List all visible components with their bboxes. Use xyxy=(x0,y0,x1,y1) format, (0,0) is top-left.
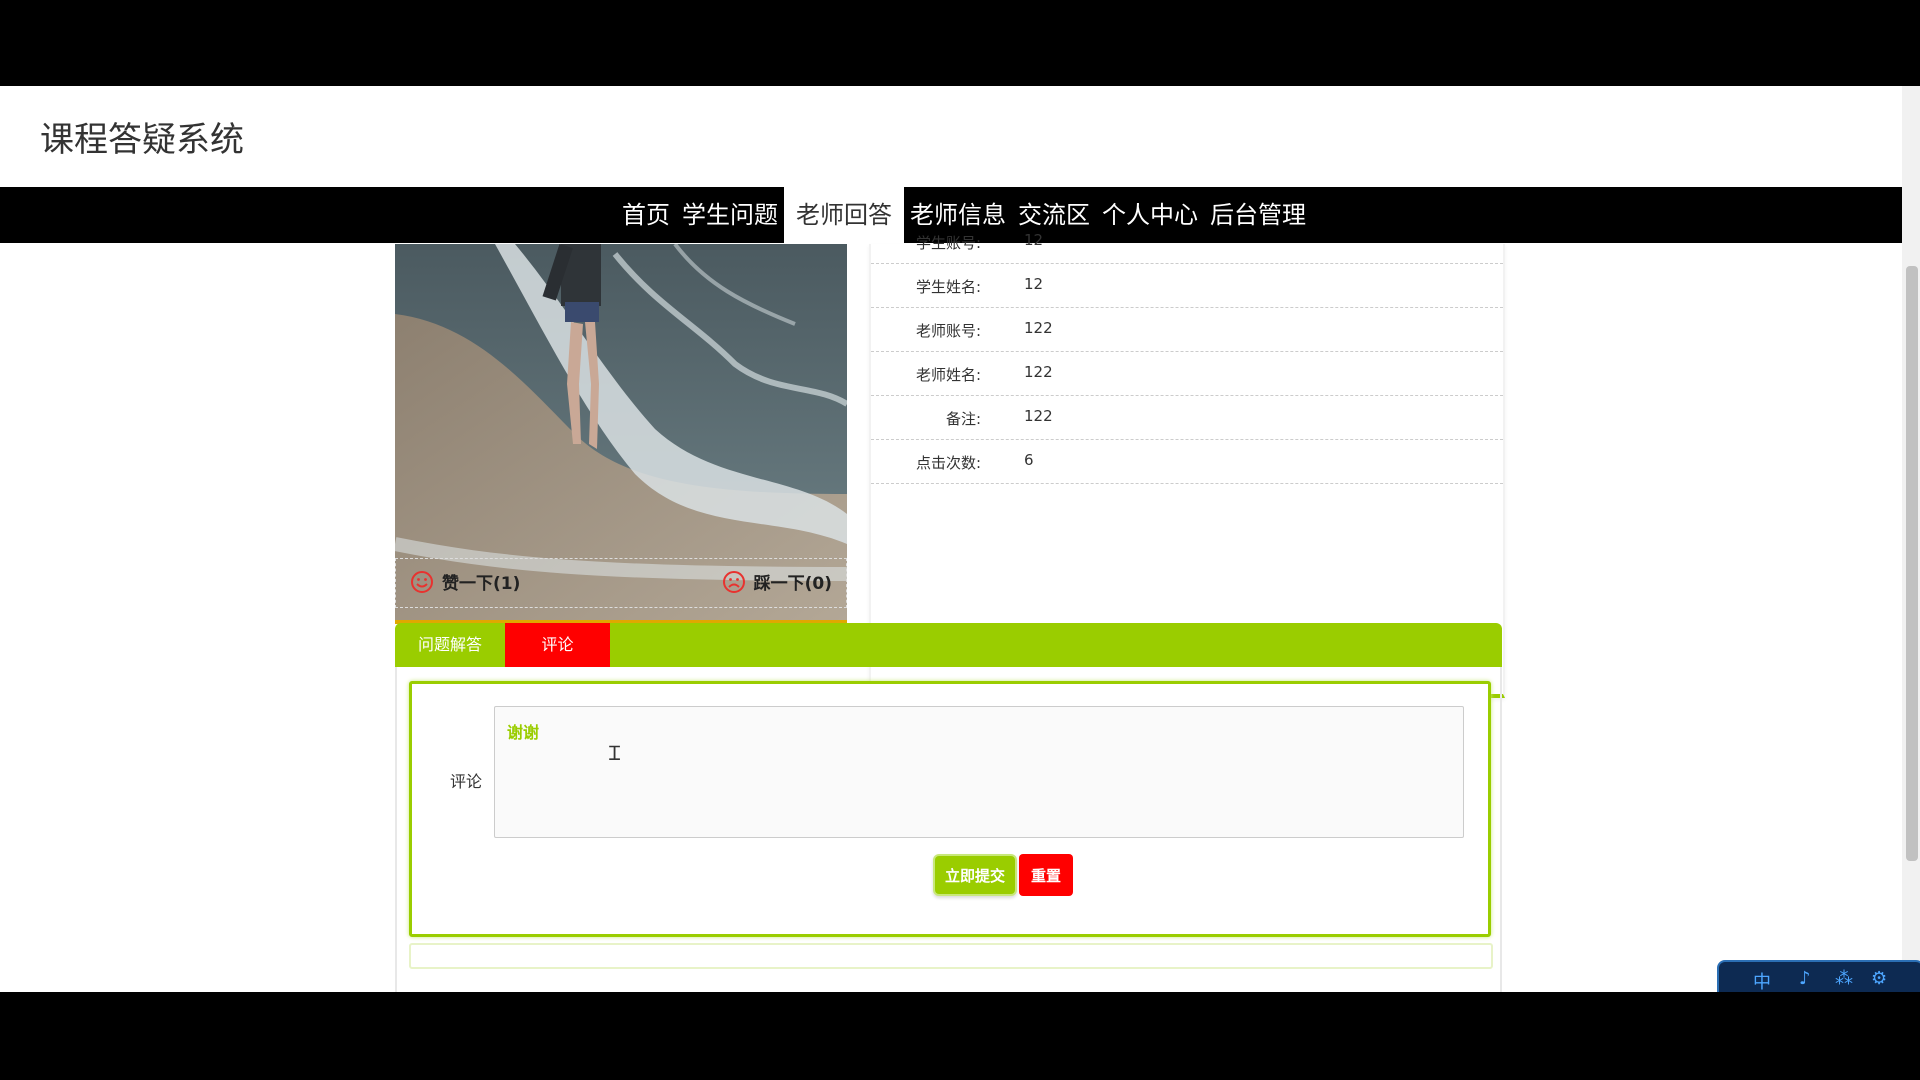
detail-row-student-account: 学生账号: 12 xyxy=(871,220,1503,264)
detail-row-click-count: 点击次数: 6 xyxy=(871,440,1503,484)
detail-label: 老师账号: xyxy=(915,322,981,340)
like-label: 赞一下(1) xyxy=(442,574,521,594)
smile-icon xyxy=(411,570,433,593)
detail-row-teacher-name: 老师姓名: 122 xyxy=(871,352,1503,396)
comment-textarea[interactable] xyxy=(494,706,1464,838)
detail-row-remark: 备注: 122 xyxy=(871,396,1503,440)
detail-label: 老师姓名: xyxy=(915,366,981,384)
detail-label: 备注: xyxy=(945,410,981,428)
detail-row-student-name: 学生姓名: 12 xyxy=(871,264,1503,308)
ime-mode-label[interactable]: 中 xyxy=(1753,968,1771,992)
dislike-button[interactable]: 踩一下(0) xyxy=(722,569,832,594)
like-button[interactable]: 赞一下(1) xyxy=(410,569,520,594)
scrollbar-thumb[interactable] xyxy=(1906,266,1918,861)
comment-label: 评论 xyxy=(450,772,483,791)
tab-comment[interactable]: 评论 xyxy=(505,623,610,667)
browser-viewport: 课程答疑系统 首页 学生问题 老师回答 老师信息 交流区 个人中心 后台管理 赞… xyxy=(0,86,1920,992)
vote-bar: 赞一下(1) 踩一下(0) xyxy=(395,558,847,608)
dislike-label: 踩一下(0) xyxy=(753,574,832,594)
detail-value: 122 xyxy=(1024,407,1053,425)
detail-label: 点击次数: xyxy=(915,454,981,472)
submit-button[interactable]: 立即提交 xyxy=(933,854,1017,896)
tabs-bar: 问题解答 评论 xyxy=(395,623,1502,667)
detail-value: 12 xyxy=(1024,231,1044,249)
text-cursor-icon: Ɪ xyxy=(609,741,621,765)
ime-toolbar[interactable]: 中 ♪ ⁂ ⚙ xyxy=(1717,960,1920,992)
detail-label: 学生姓名: xyxy=(915,278,981,296)
site-title: 课程答疑系统 xyxy=(40,120,244,160)
detail-value: 122 xyxy=(1024,363,1053,381)
detail-value: 6 xyxy=(1024,451,1034,469)
nav-item-home[interactable]: 首页 xyxy=(616,187,676,243)
site-header: 课程答疑系统 xyxy=(0,86,1902,187)
detail-value: 12 xyxy=(1024,275,1044,293)
tab-content: 评论 立即提交 重置 xyxy=(395,667,1502,992)
page-scrollbar[interactable] xyxy=(1902,86,1920,992)
tab-question-answer[interactable]: 问题解答 xyxy=(395,623,505,667)
comment-form: 评论 立即提交 重置 xyxy=(409,681,1491,937)
ime-punctuation-icon[interactable]: ♪ xyxy=(1799,968,1811,989)
nav-item-student-questions[interactable]: 学生问题 xyxy=(676,187,784,243)
detail-row-teacher-account: 老师账号: 122 xyxy=(871,308,1503,352)
ime-share-icon[interactable]: ⁂ xyxy=(1835,968,1853,989)
comment-list-card xyxy=(409,943,1493,969)
ime-settings-icon[interactable]: ⚙ xyxy=(1871,968,1887,989)
detail-value: 122 xyxy=(1024,319,1053,337)
frown-icon xyxy=(722,570,745,593)
reset-button[interactable]: 重置 xyxy=(1019,854,1073,896)
detail-label: 学生账号: xyxy=(915,234,981,252)
